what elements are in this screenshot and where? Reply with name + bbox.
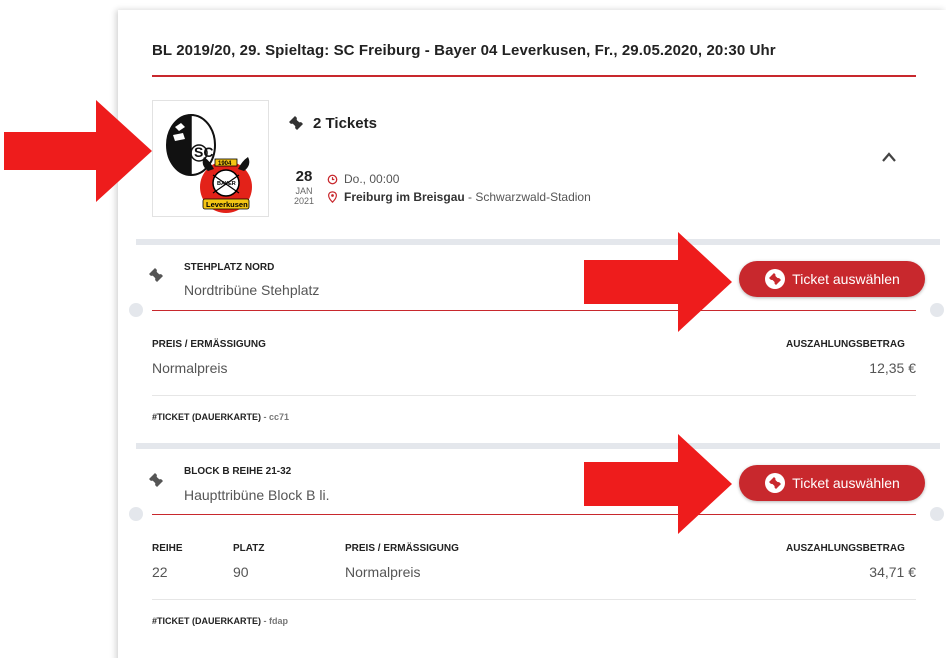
seat-value: 90 <box>233 564 249 580</box>
row-label: REIHE <box>152 543 183 554</box>
ticket-notch <box>129 303 143 317</box>
event-time: Do., 00:00 <box>327 172 399 186</box>
date-month: JAN <box>295 186 313 196</box>
ticket-id: #TICKET (DAUERKARTE) - fdap <box>152 616 288 626</box>
ticket-id-label: #TICKET (DAUERKARTE) <box>152 412 261 422</box>
select-ticket-label: Ticket auswählen <box>792 271 900 287</box>
payout-value: 34,71 € <box>869 564 916 580</box>
ticket-section: BLOCK B REIHE 21-32 <box>184 466 292 477</box>
clock-icon <box>327 174 338 184</box>
event-title: BL 2019/20, 29. Spieltag: SC Freiburg - … <box>152 42 776 59</box>
annotation-arrow-logo <box>4 100 152 202</box>
venue-stadium: Schwarzwald-Stadion <box>475 190 591 204</box>
ticket-id-separator: - <box>261 412 269 422</box>
date-year: 2021 <box>293 196 315 206</box>
price-value: Normalpreis <box>152 360 228 376</box>
title-divider <box>152 75 916 77</box>
event-date: 28 JAN 2021 <box>288 169 320 206</box>
ticket-id-label: #TICKET (DAUERKARTE) <box>152 616 261 626</box>
ticket-notch <box>129 507 143 521</box>
venue-city: Freiburg im Breisgau <box>344 190 465 204</box>
row-value: 22 <box>152 564 168 580</box>
tickets-count-label: 2 Tickets <box>313 114 377 132</box>
ticket-id-separator: - <box>261 616 269 626</box>
svg-text:Leverkusen: Leverkusen <box>206 200 248 209</box>
select-ticket-label: Ticket auswählen <box>792 475 900 491</box>
ticket-separator <box>152 599 916 600</box>
ticket-id-code: fdap <box>269 616 288 626</box>
event-time-label: Do., 00:00 <box>344 172 400 186</box>
ticket-divider-band <box>136 443 940 449</box>
price-value: Normalpreis <box>345 564 421 580</box>
club-logos-image: SC 1904 BAYER Leverkusen <box>166 114 252 213</box>
ticket-id: #TICKET (DAUERKARTE) - cc71 <box>152 412 289 422</box>
ticket-area: Haupttribüne Block B li. <box>184 487 330 503</box>
ticket-section: STEHPLATZ NORD <box>184 262 275 273</box>
ticket-notch <box>930 507 944 521</box>
ticket-select-icon <box>765 473 786 493</box>
annotation-arrow-button-2 <box>584 434 732 534</box>
ticket-notch <box>930 303 944 317</box>
ticket-id-code: cc71 <box>269 412 290 422</box>
chevron-up-icon[interactable] <box>880 150 898 164</box>
select-ticket-button[interactable]: Ticket auswählen <box>739 261 925 297</box>
tickets-count: 2 Tickets <box>287 114 377 132</box>
select-ticket-button[interactable]: Ticket auswählen <box>739 465 925 501</box>
event-venue: Freiburg im Breisgau - Schwarzwald-Stadi… <box>327 190 591 204</box>
ticket-icon <box>289 116 303 130</box>
venue-separator: - <box>464 190 476 204</box>
payout-label: AUSZAHLUNGSBETRAG <box>786 339 905 350</box>
date-day: 28 <box>295 168 313 185</box>
ticket-divider <box>152 310 916 311</box>
price-label: PREIS / ERMÄSSIGUNG <box>345 543 459 554</box>
payout-value: 12,35 € <box>869 360 916 376</box>
ticket-separator <box>152 395 916 396</box>
ticket-divider <box>152 514 916 515</box>
ticket-icon <box>149 268 163 282</box>
location-pin-icon <box>328 191 337 203</box>
ticket-select-icon <box>765 269 786 289</box>
ticket-divider-band <box>136 239 940 245</box>
svg-text:1904: 1904 <box>218 161 232 167</box>
seat-label: PLATZ <box>233 543 265 554</box>
payout-label: AUSZAHLUNGSBETRAG <box>786 543 905 554</box>
leverkusen-logo: 1904 BAYER Leverkusen <box>200 157 252 213</box>
team-logos: SC 1904 BAYER Leverkusen <box>152 100 269 217</box>
price-label: PREIS / ERMÄSSIGUNG <box>152 339 266 350</box>
ticket-icon <box>149 473 163 487</box>
annotation-arrow-button-1 <box>584 232 732 332</box>
ticket-area: Nordtribüne Stehplatz <box>184 282 320 298</box>
